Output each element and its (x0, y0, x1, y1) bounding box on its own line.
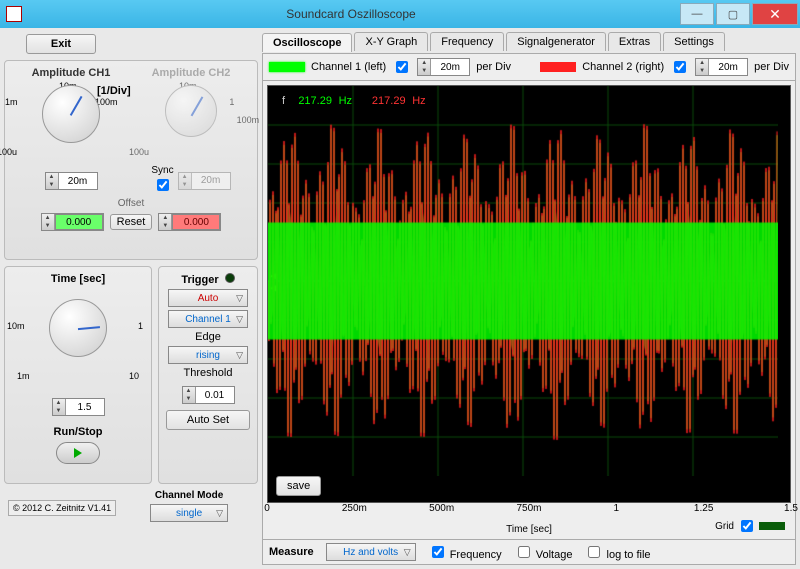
measure-bar: Measure Hz and volts▽ Frequency Voltage … (262, 540, 796, 565)
tab-xy-graph[interactable]: X-Y Graph (354, 32, 428, 51)
ch2-swatch-icon (540, 62, 576, 72)
freq-readout: f 217.29 Hz 217.29 Hz (282, 94, 426, 107)
ch2-checkbox[interactable] (674, 61, 686, 73)
measure-units-dropdown[interactable]: Hz and volts▽ (326, 543, 416, 561)
tab-signalgenerator[interactable]: Signalgenerator (506, 32, 606, 51)
amp-ch1-label: Amplitude CH1 (11, 67, 131, 79)
offset-ch2-spinner[interactable]: ▲▼0.000 (158, 213, 221, 231)
trigger-edge-dropdown[interactable]: rising▽ (168, 346, 248, 364)
tab-settings[interactable]: Settings (663, 32, 725, 51)
app-icon (6, 6, 22, 22)
tab-bar: Oscilloscope X-Y Graph Frequency Signalg… (262, 32, 796, 51)
measure-freq-option[interactable]: Frequency (428, 543, 502, 561)
trigger-label: Trigger (165, 273, 251, 286)
ch2-div-value[interactable]: ▲▼ (695, 58, 748, 76)
amp-ch2-label: Amplitude CH2 (131, 67, 251, 79)
save-button[interactable]: save (276, 476, 321, 496)
offset-ch1-spinner[interactable]: ▲▼0.000 (41, 213, 104, 231)
channel-mode-dropdown[interactable]: single▽ (150, 504, 228, 522)
amp-ch2-value: ▲▼ (178, 172, 231, 190)
threshold-label: Threshold (165, 367, 251, 379)
trigger-panel: Trigger Auto▽ Channel 1▽ Edge rising▽ Th… (158, 266, 258, 484)
ch1-checkbox[interactable] (396, 61, 408, 73)
amp-ch2-knob (165, 85, 217, 137)
tab-oscilloscope[interactable]: Oscilloscope (262, 33, 352, 52)
ch2-label: Channel 2 (right) (582, 61, 664, 73)
tab-frequency[interactable]: Frequency (430, 32, 504, 51)
time-value[interactable]: ▲▼ (52, 398, 105, 416)
time-label: Time [sec] (11, 273, 145, 285)
edge-label: Edge (165, 331, 251, 343)
amp-ch1-value[interactable]: ▲▼ (45, 172, 98, 190)
sync-label: Sync (151, 165, 173, 176)
scope-display: f 217.29 Hz 217.29 Hz save (267, 85, 791, 503)
ch1-div-value[interactable]: ▲▼ (417, 58, 470, 76)
measure-volt-option[interactable]: Voltage (514, 543, 573, 561)
maximize-button[interactable]: ▢ (716, 3, 750, 25)
measure-log-option[interactable]: log to file (584, 543, 650, 561)
minimize-button[interactable]: — (680, 3, 714, 25)
ch1-swatch-icon (269, 62, 305, 72)
close-button[interactable]: ✕ (752, 3, 798, 25)
grid-swatch-icon (759, 522, 785, 530)
copyright-label: © 2012 C. Zeitnitz V1.41 (8, 500, 116, 516)
x-axis-label: Time [sec] (506, 524, 552, 535)
window-title: Soundcard Oszilloscope (22, 7, 680, 21)
offset-reset-button[interactable]: Reset (110, 214, 153, 230)
ch1-label: Channel 1 (left) (311, 61, 386, 73)
offset-label: Offset (11, 198, 251, 209)
time-knob[interactable] (49, 299, 107, 357)
threshold-value[interactable]: ▲▼ (182, 386, 235, 404)
grid-label: Grid (715, 521, 734, 532)
runstop-label: Run/Stop (11, 426, 145, 438)
channel-mode-label: Channel Mode (124, 490, 254, 501)
runstop-button[interactable] (56, 442, 100, 464)
amp-unit-label: [1/Div] (97, 85, 131, 97)
time-panel: Time [sec] 100m 10m 1 1m 10 ▲▼ Run/Stop (4, 266, 152, 484)
measure-label: Measure (269, 546, 314, 558)
channel-bar: Channel 1 (left) ▲▼ per Div Channel 2 (r… (262, 53, 796, 80)
play-icon (74, 448, 82, 458)
x-axis: 0250m500m750m11.251.5 Time [sec] Grid (267, 503, 791, 535)
amp-ch1-knob[interactable] (42, 85, 100, 143)
trigger-mode-dropdown[interactable]: Auto▽ (168, 289, 248, 307)
trigger-led-icon (225, 273, 235, 283)
grid-checkbox[interactable] (741, 520, 753, 532)
autoset-button[interactable]: Auto Set (166, 410, 250, 430)
amplitude-panel: Amplitude CH1 10m 100m 1m 100u ▲▼ (4, 60, 258, 260)
trigger-channel-dropdown[interactable]: Channel 1▽ (168, 310, 248, 328)
tab-extras[interactable]: Extras (608, 32, 661, 51)
sync-checkbox[interactable] (157, 179, 169, 191)
exit-button[interactable]: Exit (26, 34, 96, 54)
